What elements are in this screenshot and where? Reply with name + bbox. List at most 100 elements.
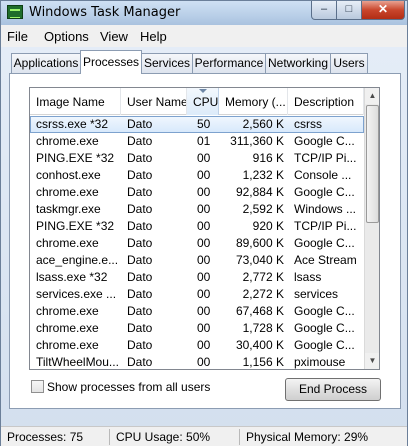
title-bar[interactable]: Windows Task Manager ‒ □ ✕ xyxy=(1,1,407,25)
maximize-icon[interactable]: □ xyxy=(336,1,362,20)
cell-cpu: 00 xyxy=(197,202,211,216)
cell-user-name: Dato xyxy=(127,168,153,182)
cell-memory: 73,040 K xyxy=(235,253,284,267)
cell-image-name: csrss.exe *32 xyxy=(36,117,109,131)
column-cpu[interactable]: CPU xyxy=(187,88,219,115)
cell-description: Google C... xyxy=(294,321,355,335)
scroll-up-icon[interactable]: ▲ xyxy=(365,88,379,104)
tab-networking[interactable]: Networking xyxy=(265,53,331,73)
cell-image-name: chrome.exe xyxy=(36,338,99,352)
minimize-icon[interactable]: ‒ xyxy=(311,1,337,20)
table-row[interactable]: conhost.exe Dato 00 1,232 K Console ... xyxy=(30,167,364,184)
column-image-name[interactable]: Image Name xyxy=(30,88,121,115)
cell-cpu: 00 xyxy=(197,151,211,165)
cell-cpu: 00 xyxy=(197,270,211,284)
table-row[interactable]: ace_engine.e... Dato 00 73,040 K Ace Str… xyxy=(30,252,364,269)
column-description[interactable]: Description xyxy=(288,88,364,115)
table-row[interactable]: chrome.exe Dato 00 30,400 K Google C... xyxy=(30,337,364,354)
table-row[interactable]: chrome.exe Dato 00 67,468 K Google C... xyxy=(30,303,364,320)
tab-applications[interactable]: Applications xyxy=(11,53,81,73)
vertical-scrollbar[interactable]: ▲ ▼ xyxy=(364,88,379,369)
cell-user-name: Dato xyxy=(127,219,153,233)
cell-cpu: 00 xyxy=(197,338,211,352)
table-row[interactable]: csrss.exe *32 Dato 50 2,560 K csrss xyxy=(30,116,364,133)
table-row[interactable]: taskmgr.exe Dato 00 2,592 K Windows ... xyxy=(30,201,364,218)
cell-memory: 2,560 K xyxy=(242,117,284,131)
column-memory[interactable]: Memory (... xyxy=(219,88,288,115)
cell-image-name: PING.EXE *32 xyxy=(36,219,115,233)
cell-memory: 2,592 K xyxy=(242,202,284,216)
task-manager-icon xyxy=(7,5,23,19)
end-process-button[interactable]: End Process xyxy=(285,378,381,401)
cell-description: Windows ... xyxy=(294,202,357,216)
menu-options[interactable]: Options xyxy=(44,29,89,44)
column-cpu-label: CPU xyxy=(193,95,219,109)
table-row[interactable]: services.exe ... Dato 00 2,272 K service… xyxy=(30,286,364,303)
tab-users[interactable]: Users xyxy=(330,53,368,73)
process-rows: csrss.exe *32 Dato 50 2,560 K csrss chro… xyxy=(30,116,364,369)
cell-memory: 920 K xyxy=(252,219,284,233)
cell-memory: 2,272 K xyxy=(242,287,284,301)
cell-user-name: Dato xyxy=(127,185,153,199)
cell-user-name: Dato xyxy=(127,202,153,216)
tab-services[interactable]: Services xyxy=(141,53,193,73)
cell-description: services xyxy=(294,287,339,301)
cell-image-name: chrome.exe xyxy=(36,185,99,199)
cell-memory: 1,156 K xyxy=(242,355,284,369)
cell-memory: 30,400 K xyxy=(235,338,284,352)
cell-image-name: chrome.exe xyxy=(36,134,99,148)
column-user-name[interactable]: User Name xyxy=(121,88,187,115)
cell-user-name: Dato xyxy=(127,287,153,301)
table-row[interactable]: chrome.exe Dato 00 1,728 K Google C... xyxy=(30,320,364,337)
cell-user-name: Dato xyxy=(127,117,153,131)
cell-description: csrss xyxy=(294,117,322,131)
menu-file[interactable]: File xyxy=(7,29,28,44)
cell-user-name: Dato xyxy=(127,151,153,165)
cell-image-name: services.exe ... xyxy=(36,287,117,301)
cell-user-name: Dato xyxy=(127,134,153,148)
table-row[interactable]: chrome.exe Dato 00 89,600 K Google C... xyxy=(30,235,364,252)
close-icon[interactable]: ✕ xyxy=(361,1,405,20)
cell-image-name: PING.EXE *32 xyxy=(36,151,115,165)
status-physical-memory: Physical Memory: 29% xyxy=(246,430,369,444)
menu-help[interactable]: Help xyxy=(140,29,167,44)
cell-memory: 2,772 K xyxy=(242,270,284,284)
status-divider xyxy=(109,429,110,445)
menu-view[interactable]: View xyxy=(100,29,128,44)
table-row[interactable]: chrome.exe Dato 01 311,360 K Google C... xyxy=(30,133,364,150)
cell-cpu: 00 xyxy=(197,185,211,199)
cell-image-name: chrome.exe xyxy=(36,321,99,335)
cell-description: TCP/IP Pi... xyxy=(294,219,357,233)
table-row[interactable]: lsass.exe *32 Dato 00 2,772 K lsass xyxy=(30,269,364,286)
cell-cpu: 50 xyxy=(197,117,211,131)
table-row[interactable]: TiltWheelMou... Dato 00 1,156 K pximouse xyxy=(30,354,364,369)
process-list[interactable]: Image Name User Name CPU Memory (... Des… xyxy=(29,87,380,370)
cell-description: Console ... xyxy=(294,168,352,182)
cell-image-name: taskmgr.exe xyxy=(36,202,101,216)
cell-memory: 1,232 K xyxy=(242,168,284,182)
cell-image-name: conhost.exe xyxy=(36,168,101,182)
table-row[interactable]: PING.EXE *32 Dato 00 920 K TCP/IP Pi... xyxy=(30,218,364,235)
table-row[interactable]: PING.EXE *32 Dato 00 916 K TCP/IP Pi... xyxy=(30,150,364,167)
processes-panel: Image Name User Name CPU Memory (... Des… xyxy=(9,73,401,409)
status-divider xyxy=(239,429,240,445)
cell-cpu: 00 xyxy=(197,168,211,182)
cell-cpu: 01 xyxy=(197,134,211,148)
cell-description: Google C... xyxy=(294,134,355,148)
scroll-down-icon[interactable]: ▼ xyxy=(365,353,379,369)
cell-description: Google C... xyxy=(294,185,355,199)
cell-cpu: 00 xyxy=(197,355,211,369)
table-row[interactable]: chrome.exe Dato 00 92,884 K Google C... xyxy=(30,184,364,201)
cell-description: pximouse xyxy=(294,355,346,369)
window-title: Windows Task Manager xyxy=(29,5,181,20)
cell-image-name: chrome.exe xyxy=(36,304,99,318)
show-all-processes-checkbox[interactable] xyxy=(31,380,44,393)
tab-performance[interactable]: Performance xyxy=(192,53,266,73)
sort-indicator-icon xyxy=(198,89,207,93)
cell-description: Google C... xyxy=(294,338,355,352)
scrollbar-thumb[interactable] xyxy=(366,105,379,223)
tab-processes[interactable]: Processes xyxy=(80,50,142,74)
cell-memory: 92,884 K xyxy=(235,185,284,199)
cell-description: Google C... xyxy=(294,304,355,318)
cell-cpu: 00 xyxy=(197,219,211,233)
